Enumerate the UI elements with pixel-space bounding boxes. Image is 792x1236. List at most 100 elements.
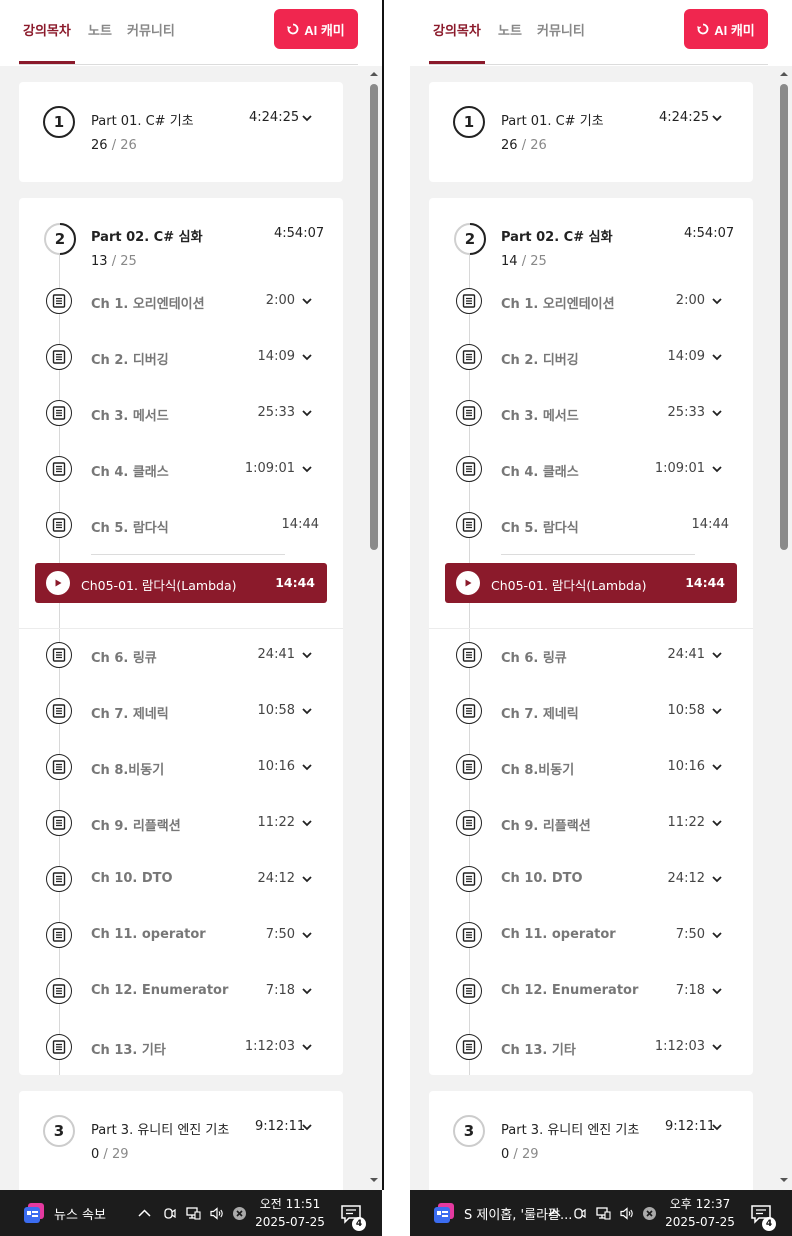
chevron-down-icon[interactable] [302,706,312,716]
chapter-row[interactable]: Ch 12. Enumerator 7:18 [19,976,343,1006]
network-icon[interactable] [596,1206,611,1221]
part-title[interactable]: Part 02. C# 심화 [501,226,613,245]
chevron-up-icon[interactable] [547,1206,562,1221]
chapter-row[interactable]: Ch 13. 기타 1:12:03 [429,1032,753,1062]
part-card-1[interactable]: 1 Part 01. C# 기초 4:24:25 26 / 26 [19,82,343,182]
tab-community[interactable]: 커뮤니티 [127,20,175,39]
chevron-down-icon[interactable] [712,1122,722,1132]
scrollbar-thumb[interactable] [780,84,788,550]
chapter-row[interactable]: Ch 13. 기타 1:12:03 [19,1032,343,1062]
part-card-3[interactable]: 3 Part 3. 유니티 엔진 기초 9:12:11 0 / 29 [429,1091,753,1190]
part-card-1[interactable]: 1 Part 01. C# 기초 4:24:25 26 / 26 [429,82,753,182]
ai-assistant-button[interactable]: AI 캐미 [274,9,358,49]
close-circle-icon[interactable] [642,1206,657,1221]
chapter-row[interactable]: Ch 5. 람다식 14:44 [19,510,343,540]
chevron-down-icon[interactable] [712,930,722,940]
chevron-down-icon[interactable] [302,296,312,306]
chevron-down-icon[interactable] [302,650,312,660]
chevron-down-icon[interactable] [712,874,722,884]
chevron-down-icon[interactable] [712,650,722,660]
chevron-down-icon[interactable] [302,1122,312,1132]
part-duration: 4:24:25 [249,110,300,125]
chapter-row[interactable]: Ch 8.비동기 10:16 [19,752,343,782]
chapter-row[interactable]: Ch 7. 제네릭 10:58 [429,696,753,726]
document-icon [46,344,72,370]
chevron-down-icon[interactable] [302,930,312,940]
news-widget-icon[interactable] [22,1202,46,1224]
chapter-row[interactable]: Ch 1. 오리엔테이션 2:00 [19,286,343,316]
current-lesson-row[interactable]: Ch05-01. 람다식(Lambda) 14:44 [35,563,327,603]
scroll-down-arrow-icon[interactable] [369,1176,379,1184]
chevron-down-icon[interactable] [712,706,722,716]
chevron-down-icon[interactable] [302,352,312,362]
chapter-row[interactable]: Ch 5. 람다식 14:44 [429,510,753,540]
tab-curriculum[interactable]: 강의목차 [23,20,71,39]
meet-now-icon[interactable] [162,1206,177,1221]
chapter-row[interactable]: Ch 10. DTO 24:12 [19,864,343,894]
progress-total: 26 [120,138,137,153]
chapter-row[interactable]: Ch 2. 디버깅 14:09 [429,342,753,372]
network-icon[interactable] [186,1206,201,1221]
clock-date[interactable]: 2025-07-25 [254,1215,326,1229]
chapter-row[interactable]: Ch 4. 클래스 1:09:01 [429,454,753,484]
chapter-row[interactable]: Ch 1. 오리엔테이션 2:00 [429,286,753,316]
chapter-row[interactable]: Ch 11. operator 7:50 [429,920,753,950]
progress-done: 14 [501,254,518,269]
chevron-down-icon[interactable] [712,296,722,306]
chevron-down-icon[interactable] [302,986,312,996]
chapter-row[interactable]: Ch 7. 제네릭 10:58 [19,696,343,726]
chevron-down-icon[interactable] [302,874,312,884]
chapter-row[interactable]: Ch 2. 디버깅 14:09 [19,342,343,372]
tab-curriculum[interactable]: 강의목차 [433,20,481,39]
news-widget-text[interactable]: 뉴스 속보 [54,1204,106,1223]
close-circle-icon[interactable] [232,1206,247,1221]
volume-icon[interactable] [209,1206,224,1221]
chevron-down-icon[interactable] [302,1042,312,1052]
tab-community[interactable]: 커뮤니티 [537,20,585,39]
chapter-row[interactable]: Ch 3. 메서드 25:33 [429,398,753,428]
news-widget-icon[interactable] [432,1202,456,1224]
chevron-down-icon[interactable] [302,408,312,418]
chevron-down-icon[interactable] [712,113,722,123]
volume-icon[interactable] [619,1206,634,1221]
tab-notes[interactable]: 노트 [88,20,112,39]
part-title[interactable]: Part 02. C# 심화 [91,226,203,245]
clock-time[interactable]: 오전 11:51 [254,1195,326,1212]
chevron-down-icon[interactable] [302,113,312,123]
current-lesson-row[interactable]: Ch05-01. 람다식(Lambda) 14:44 [445,563,737,603]
chapter-row[interactable]: Ch 3. 메서드 25:33 [19,398,343,428]
scroll-up-arrow-icon[interactable] [779,70,789,78]
chapter-row[interactable]: Ch 10. DTO 24:12 [429,864,753,894]
chapter-row[interactable]: Ch 9. 리플랙션 11:22 [429,808,753,838]
scroll-up-arrow-icon[interactable] [369,70,379,78]
chapter-row[interactable]: Ch 6. 링큐 24:41 [429,640,753,670]
chapter-row[interactable]: Ch 4. 클래스 1:09:01 [19,454,343,484]
chapter-duration: 7:50 [675,927,705,942]
chapter-row[interactable]: Ch 6. 링큐 24:41 [19,640,343,670]
scroll-down-arrow-icon[interactable] [779,1176,789,1184]
chevron-down-icon[interactable] [712,464,722,474]
chapter-row[interactable]: Ch 8.비동기 10:16 [429,752,753,782]
chevron-down-icon[interactable] [712,986,722,996]
chevron-down-icon[interactable] [302,762,312,772]
chapter-row[interactable]: Ch 11. operator 7:50 [19,920,343,950]
clock-time[interactable]: 오후 12:37 [664,1195,736,1212]
ai-assistant-button[interactable]: AI 캐미 [684,9,768,49]
clock-date[interactable]: 2025-07-25 [664,1215,736,1229]
part-card-3[interactable]: 3 Part 3. 유니티 엔진 기초 9:12:11 0 / 29 [19,1091,343,1190]
chevron-down-icon[interactable] [712,762,722,772]
tab-notes[interactable]: 노트 [498,20,522,39]
chapter-row[interactable]: Ch 9. 리플랙션 11:22 [19,808,343,838]
chapter-row[interactable]: Ch 12. Enumerator 7:18 [429,976,753,1006]
meet-now-icon[interactable] [572,1206,587,1221]
chevron-down-icon[interactable] [712,408,722,418]
chevron-down-icon[interactable] [302,818,312,828]
scrollbar-thumb[interactable] [370,84,378,550]
chevron-down-icon[interactable] [712,352,722,362]
chevron-up-icon[interactable] [137,1206,152,1221]
chevron-down-icon[interactable] [302,464,312,474]
chevron-down-icon[interactable] [712,1042,722,1052]
screen: 강의목차 노트 커뮤니티 AI 캐미 1 Part 01. C# 기초 4:24… [0,0,792,1236]
chevron-down-icon[interactable] [712,818,722,828]
lesson-section-edge [19,628,343,629]
